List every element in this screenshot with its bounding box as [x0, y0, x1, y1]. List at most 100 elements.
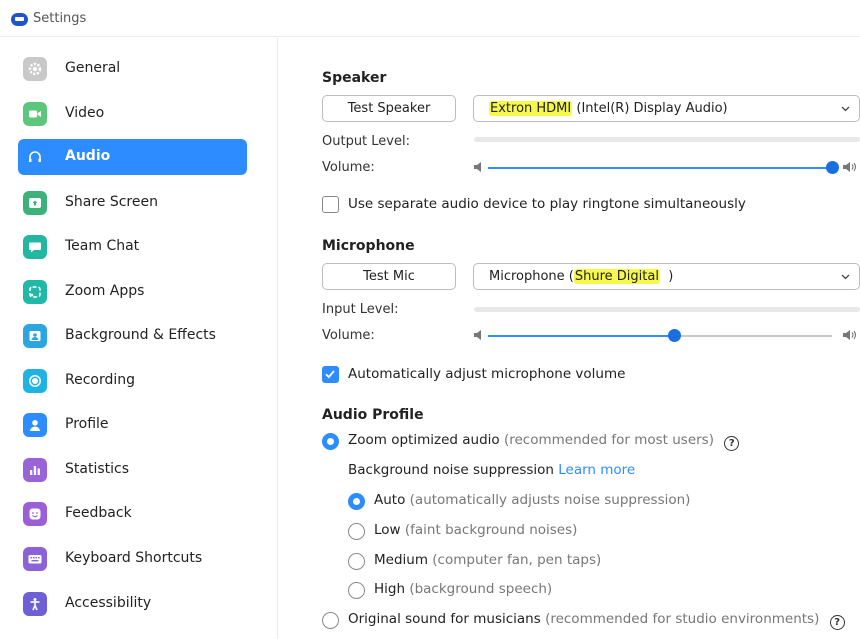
volume-low-icon [474, 330, 481, 340]
bar-chart-icon [23, 458, 47, 482]
person-icon [23, 413, 47, 437]
option-hint: (faint background noises) [404, 522, 578, 538]
slider-fill [488, 167, 832, 169]
test-speaker-button[interactable]: Test Speaker [322, 95, 456, 122]
sidebar-item-label: Audio [65, 148, 111, 164]
noise-low-option[interactable]: Low (faint background noises) [374, 522, 577, 538]
sidebar-item-label: Recording [65, 372, 136, 388]
speaker-section-title: Speaker [322, 70, 387, 86]
sidebar-item-label: Statistics [65, 461, 129, 477]
sidebar-item-label: Background & Effects [65, 327, 216, 343]
mic-volume-label: Volume: [322, 328, 375, 343]
noise-suppression-label: Background noise suppression [348, 462, 554, 478]
mic-device-prefix: Microphone ( [489, 269, 574, 284]
gear-icon [23, 57, 47, 81]
sidebar-item-label: General [65, 60, 121, 76]
volume-high-icon [843, 330, 857, 340]
noise-auto-option[interactable]: Auto (automatically adjusts noise suppre… [374, 492, 690, 508]
video-camera-icon [23, 102, 47, 126]
sidebar-item-label: Zoom Apps [65, 283, 145, 299]
mic-device-suffix: ) [659, 269, 674, 284]
option-hint: (computer fan, pen taps) [432, 552, 602, 568]
sidebar-item-profile[interactable]: Profile [18, 407, 247, 443]
option-label: Zoom optimized audio [348, 432, 500, 448]
portrait-icon [23, 324, 47, 348]
sidebar-item-accessibility[interactable]: Accessibility [18, 586, 247, 622]
input-level-meter [474, 307, 860, 312]
microphone-device-select[interactable]: Microphone (Shure Digital ) [473, 263, 860, 290]
sidebar-item-share-screen[interactable]: Share Screen [18, 185, 247, 221]
sidebar-item-label: Accessibility [65, 595, 152, 611]
noise-high-radio[interactable] [348, 582, 365, 599]
microphone-section-title: Microphone [322, 238, 415, 254]
sidebar-item-zoom-apps[interactable]: Zoom Apps [18, 274, 247, 310]
noise-high-option[interactable]: High (background speech) [374, 581, 552, 597]
option-hint: (recommended for most users) [503, 432, 714, 448]
sidebar-item-label: Share Screen [65, 194, 158, 210]
sidebar-item-label: Video [65, 105, 105, 121]
keyboard-icon [23, 547, 47, 571]
title-divider [0, 36, 860, 37]
chevron-down-icon [841, 274, 850, 280]
test-mic-button[interactable]: Test Mic [322, 263, 456, 290]
noise-low-radio[interactable] [348, 523, 365, 540]
help-icon[interactable]: ? [829, 615, 845, 630]
sidebar-item-general[interactable]: General [18, 51, 247, 87]
sidebar-item-label: Profile [65, 416, 109, 432]
chat-bubble-icon [23, 235, 47, 259]
window-title: Settings [33, 11, 87, 26]
title-bar: Settings [0, 0, 860, 38]
record-icon [23, 369, 47, 393]
auto-adjust-checkbox[interactable] [322, 366, 339, 383]
sidebar-item-background-effects[interactable]: Background & Effects [18, 318, 247, 354]
option-label: Auto [374, 492, 406, 508]
input-level-label: Input Level: [322, 302, 399, 317]
option-label: Original sound for musicians [348, 611, 541, 627]
speaker-device-name: Extron HDMI [489, 101, 573, 116]
volume-low-icon [474, 162, 481, 172]
learn-more-link[interactable]: Learn more [558, 462, 635, 478]
sidebar-item-label: Team Chat [65, 238, 140, 254]
audio-profile-title: Audio Profile [322, 407, 424, 423]
accessibility-icon [23, 592, 47, 616]
output-level-label: Output Level: [322, 134, 410, 149]
option-hint: (background speech) [409, 581, 553, 597]
noise-auto-radio[interactable] [348, 493, 365, 510]
speaker-device-select[interactable]: Extron HDMI (Intel(R) Display Audio) [473, 95, 860, 122]
checkmark-icon [325, 370, 335, 379]
apps-icon [23, 280, 47, 304]
sidebar-item-audio[interactable]: Audio [18, 139, 247, 175]
sidebar-item-recording[interactable]: Recording [18, 363, 247, 399]
sidebar-item-feedback[interactable]: Feedback [18, 496, 247, 532]
sidebar-item-label: Feedback [65, 505, 132, 521]
volume-high-icon [843, 162, 857, 172]
zoom-optimized-option[interactable]: Zoom optimized audio (recommended for mo… [348, 432, 740, 451]
ringtone-checkbox[interactable] [322, 196, 339, 213]
noise-medium-option[interactable]: Medium (computer fan, pen taps) [374, 552, 601, 568]
help-icon[interactable]: ? [724, 436, 740, 451]
sidebar-item-team-chat[interactable]: Team Chat [18, 229, 247, 265]
slider-fill [488, 335, 674, 337]
option-hint: (automatically adjusts noise suppression… [409, 492, 691, 508]
zoom-logo-icon [11, 13, 28, 26]
mic-volume-slider[interactable] [488, 329, 832, 342]
option-hint: (recommended for studio environments) [545, 611, 820, 627]
option-label: Low [374, 522, 401, 538]
sidebar-item-statistics[interactable]: Statistics [18, 452, 247, 488]
noise-suppression-row: Background noise suppression Learn more [348, 462, 635, 478]
speaker-volume-label: Volume: [322, 160, 375, 175]
sidebar-item-keyboard-shortcuts[interactable]: Keyboard Shortcuts [18, 541, 247, 577]
auto-adjust-label: Automatically adjust microphone volume [348, 366, 626, 382]
original-sound-radio[interactable] [322, 612, 339, 629]
speaker-volume-slider[interactable] [488, 161, 839, 174]
ringtone-label: Use separate audio device to play ringto… [348, 196, 746, 212]
original-sound-option[interactable]: Original sound for musicians (recommende… [348, 611, 845, 630]
slider-thumb[interactable] [667, 329, 681, 342]
slider-thumb[interactable] [826, 161, 839, 174]
mic-device-name: Shure Digital [573, 269, 660, 284]
zoom-optimized-radio[interactable] [322, 433, 339, 450]
sidebar: General Video Audio Share Screen Team Ch… [0, 38, 278, 639]
noise-medium-radio[interactable] [348, 553, 365, 570]
smiley-icon [23, 502, 47, 526]
sidebar-item-video[interactable]: Video [18, 96, 247, 132]
